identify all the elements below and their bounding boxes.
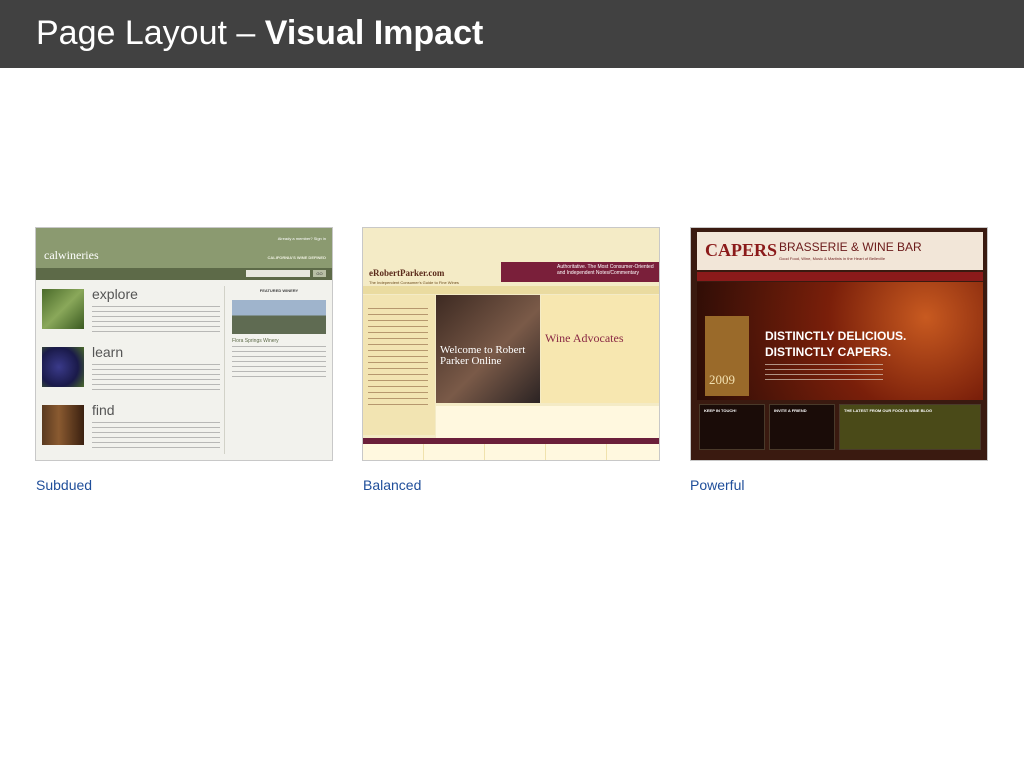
section-heading: find (92, 402, 115, 418)
go-button: GO (313, 270, 326, 277)
section-heading: explore (92, 286, 138, 302)
featured-winery-photo (232, 300, 326, 334)
invite-friend-box: INVITE A FRIEND (769, 404, 835, 450)
signin-text: Already a member? Sign in (277, 236, 326, 241)
header-banner: Authoritative. The Most Consumer-Oriente… (501, 262, 659, 282)
grapes-photo (42, 347, 84, 387)
footer-links (363, 444, 659, 460)
award-badge: 2009 (705, 316, 749, 396)
explore-section: explore (42, 286, 222, 341)
site-logo: eRobertParker.com (369, 268, 445, 278)
section-text (92, 364, 220, 392)
section-text (92, 306, 220, 334)
slide-header: Page Layout – Visual Impact (0, 0, 1024, 68)
award-year: 2009 (709, 372, 735, 387)
subdued-website-screenshot: Already a member? Sign in calwineries CA… (35, 227, 333, 461)
advocates-panel: Wine Advocates (541, 295, 659, 403)
barrels-photo (42, 405, 84, 445)
find-section: find (42, 402, 222, 457)
featured-label: FEATURED WINERY (259, 288, 299, 293)
column-divider (224, 286, 225, 454)
slide-title: Page Layout – Visual Impact (36, 14, 484, 52)
nav-bar (697, 272, 983, 281)
featured-text (232, 346, 326, 380)
blog-box: THE LATEST FROM OUR FOOD & WINE BLOG (839, 404, 981, 450)
left-column-text (368, 308, 428, 408)
learn-section: learn (42, 344, 222, 399)
site-logo: CAPERS (705, 240, 778, 260)
promo-strip (436, 406, 659, 438)
site-logo: calwineries (44, 248, 99, 262)
banner-text: Authoritative. The Most Consumer-Oriente… (557, 264, 654, 276)
caption-subdued: Subdued (36, 477, 93, 493)
powerful-website-screenshot: CAPERS BRASSERIE & WINE BAR Good Food, W… (690, 227, 988, 461)
site-subtitle: The Independent Consumer's Guide to Fine… (369, 280, 459, 285)
search-input (246, 270, 310, 277)
advocates-heading: Wine Advocates (545, 331, 624, 345)
balanced-website-screenshot: eRobertParker.com The Independent Consum… (362, 227, 660, 461)
nav-bar (363, 286, 659, 294)
hero-description (765, 364, 883, 382)
vineyard-photo (42, 289, 84, 329)
site-subtagline: Good Food, Wine, Music & Martinis in the… (779, 256, 886, 261)
section-text (92, 422, 220, 450)
section-heading: learn (92, 344, 124, 360)
caption-powerful: Powerful (690, 477, 745, 493)
featured-winery-title: Flora Springs Winery (232, 338, 279, 344)
hero-text: Welcome to Robert Parker Online (440, 344, 526, 367)
site-tagline: BRASSERIE & WINE BAR (779, 240, 922, 254)
keep-in-touch-box: KEEP IN TOUCH! (699, 404, 765, 450)
site-tagline: CALIFORNIA'S WINE DEFINED (267, 255, 326, 260)
hero-photo: Welcome to Robert Parker Online (436, 295, 540, 403)
hero-headline: DISTINCTLY DELICIOUS. DISTINCTLY CAPERS. (765, 329, 907, 359)
caption-balanced: Balanced (363, 477, 422, 493)
